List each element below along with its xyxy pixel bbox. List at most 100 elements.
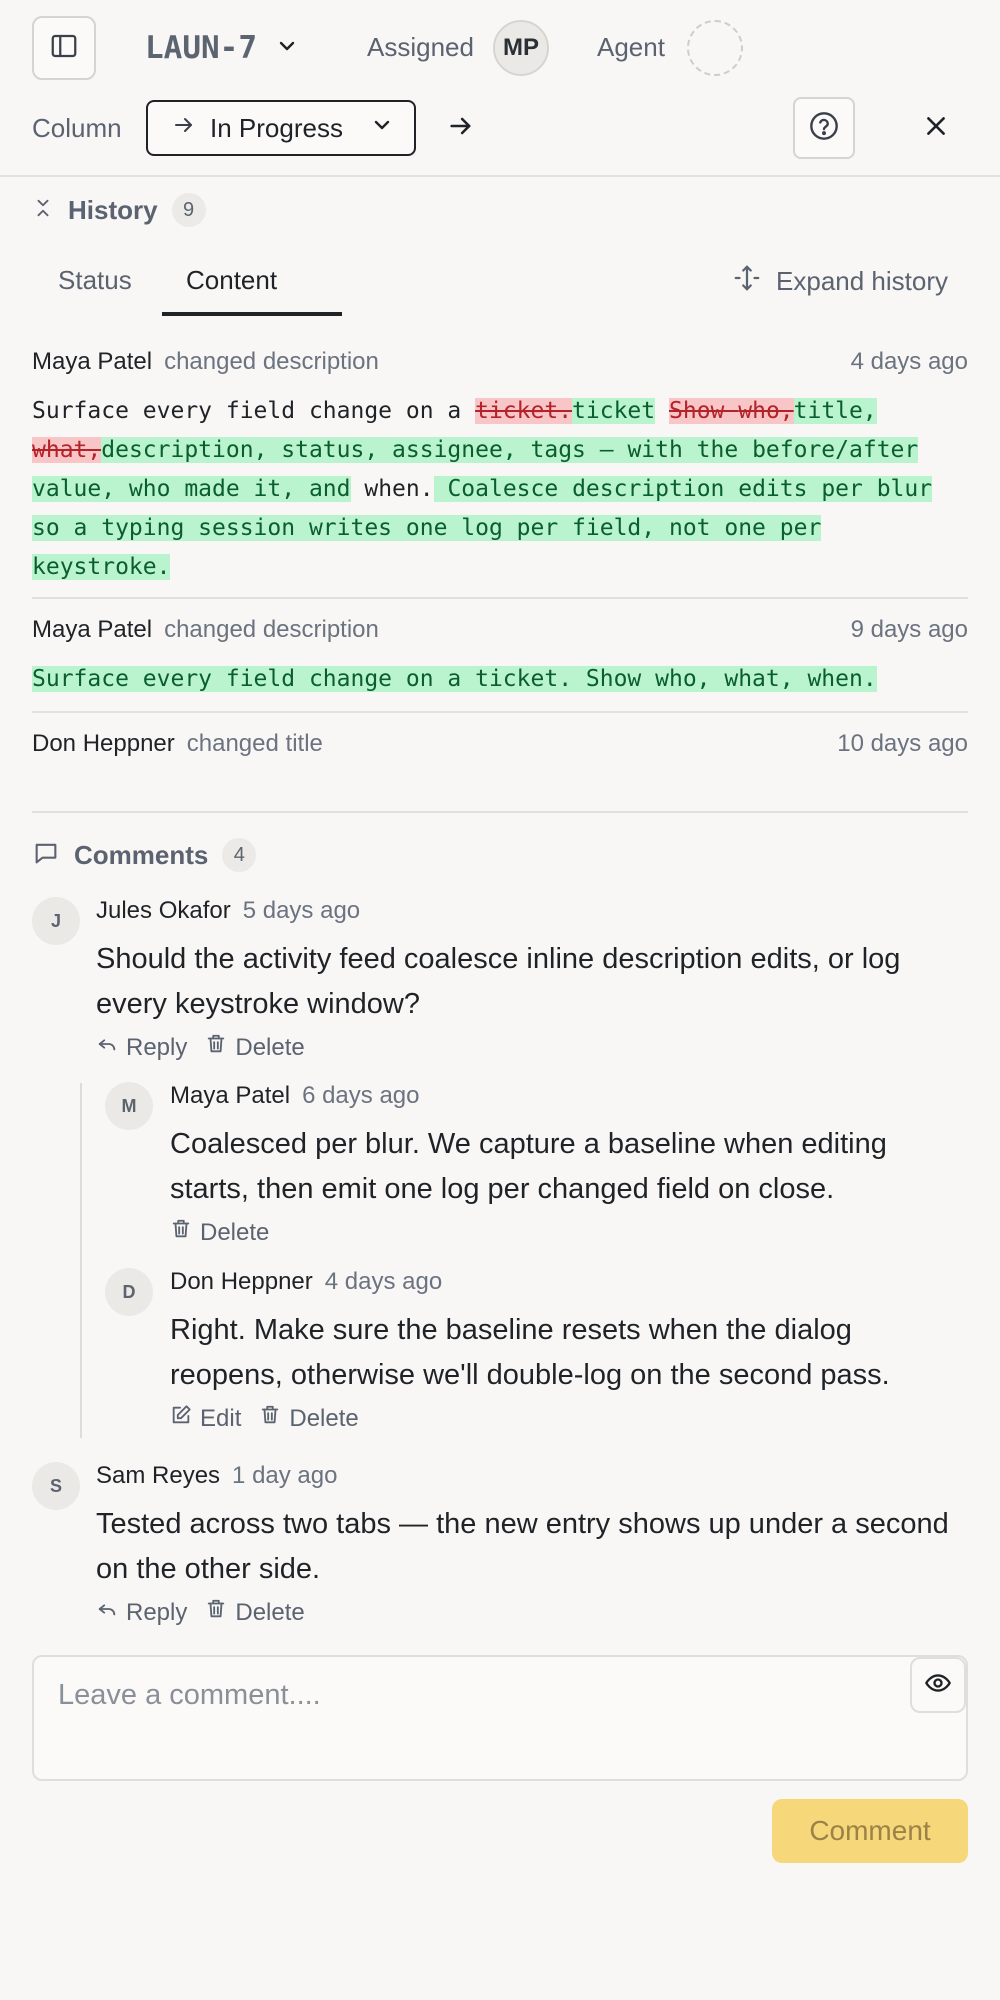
comments-title: Comments [74, 839, 209, 870]
reply-button[interactable]: Reply [96, 1033, 187, 1062]
reply-icon [96, 1598, 118, 1627]
comment-author: Jules Okafor [96, 897, 231, 924]
divider [32, 711, 968, 713]
sidebar-toggle-button[interactable] [32, 16, 96, 80]
assignee-avatar[interactable]: MP [493, 20, 549, 76]
agent-avatar-placeholder[interactable] [687, 20, 743, 76]
close-icon [923, 113, 949, 144]
history-tabs: Status Content Expand history [32, 255, 968, 317]
comment-input[interactable]: Leave a comment.... [32, 1655, 968, 1781]
edit-icon [170, 1404, 192, 1433]
diff-unchanged: when. [350, 476, 434, 502]
diff-insertion: Surface every field change on a ticket. … [32, 666, 877, 692]
comment-time: 1 day ago [232, 1462, 338, 1489]
history-action: changed description [164, 616, 379, 643]
eye-icon [924, 1669, 952, 1702]
arrow-right-icon [172, 113, 196, 144]
ticket-id: LAUN-7 [145, 30, 257, 66]
trash-icon [205, 1033, 227, 1062]
history-diff: Surface every field change on a ticket. … [32, 660, 968, 699]
history-count-badge: 9 [171, 193, 206, 227]
preview-toggle-button[interactable] [910, 1657, 966, 1713]
comment-text: Tested across two tabs — the new entry s… [96, 1508, 949, 1585]
delete-button[interactable]: Delete [259, 1404, 359, 1433]
diff-deletion: Show [669, 398, 739, 424]
close-button[interactable] [918, 110, 954, 146]
comment-text: Coalesced per blur. We capture a baselin… [170, 1128, 887, 1205]
delete-button[interactable]: Delete [205, 1598, 305, 1627]
trash-icon [170, 1218, 192, 1247]
comment-icon [32, 839, 60, 872]
history-diff: Activity history table panel [32, 774, 968, 780]
diff-unchanged: Surface every field change on a [32, 398, 476, 424]
divider [32, 811, 968, 813]
reply-icon [96, 1033, 118, 1062]
trash-icon [259, 1404, 281, 1433]
tab-content[interactable]: Content [186, 265, 277, 296]
column-select[interactable]: In Progress [146, 100, 416, 156]
avatar: D [105, 1268, 153, 1316]
comment-author: Maya Patel [170, 1082, 291, 1109]
history-time: 4 days ago [850, 348, 968, 375]
avatar: S [32, 1462, 80, 1510]
help-circle-icon [808, 110, 840, 147]
trash-icon [205, 1598, 227, 1627]
comment-submit-button[interactable]: Comment [772, 1799, 968, 1863]
diff-deletion: who, [738, 398, 794, 424]
chevron-down-icon [370, 113, 394, 144]
delete-button[interactable]: Delete [205, 1033, 305, 1062]
history-time: 9 days ago [850, 616, 968, 643]
thread-line [80, 1083, 82, 1438]
avatar: M [105, 1082, 153, 1130]
comment-time: 4 days ago [324, 1268, 443, 1295]
comment-author: Sam Reyes [96, 1462, 221, 1489]
delete-button[interactable]: Delete [170, 1218, 269, 1247]
comment-placeholder: Leave a comment.... [58, 1679, 321, 1711]
history-diff: Surface every field change on a ticket.t… [32, 392, 968, 587]
edit-button[interactable]: Edit [170, 1404, 241, 1433]
expand-vertical-icon [732, 263, 762, 300]
assigned-label: Assigned [367, 32, 474, 62]
reply-button[interactable]: Reply [96, 1598, 187, 1627]
history-author: Don Heppner [32, 730, 175, 757]
diff-deletion: ticket. [475, 398, 573, 424]
history-author: Maya Patel [32, 616, 153, 643]
expand-history-button[interactable]: Expand history [732, 263, 948, 300]
collapse-icon [32, 196, 54, 225]
comment-time: 6 days ago [302, 1082, 420, 1109]
history-entry: Don Heppner changed title 10 days ago Ac… [32, 730, 968, 780]
diff-deletion: what, [32, 437, 102, 463]
ticket-id-dropdown[interactable]: LAUN-7 [145, 22, 299, 74]
column-value: In Progress [210, 112, 343, 143]
arrow-right-icon [447, 112, 475, 145]
ticket-header: LAUN-7 Assigned MP Agent Column In Progr… [0, 0, 1000, 177]
diff-unchanged [655, 398, 669, 424]
comments-count-badge: 4 [222, 838, 257, 872]
chevron-down-icon [275, 30, 299, 66]
tab-status[interactable]: Status [58, 265, 132, 296]
history-action: changed title [186, 730, 323, 757]
active-tab-indicator [162, 312, 342, 316]
comment-text: Should the activity feed coalesce inline… [96, 943, 901, 1020]
history-author: Maya Patel [32, 348, 153, 375]
history-title: History [68, 194, 158, 225]
comment-time: 5 days ago [242, 897, 361, 924]
diff-insertion: ticket [572, 398, 656, 424]
history-time: 10 days ago [837, 730, 968, 757]
history-entry: Maya Patel changed description 9 days ag… [32, 616, 968, 699]
history-toggle[interactable]: History 9 [32, 193, 206, 227]
avatar: J [32, 897, 80, 945]
agent-label: Agent [597, 32, 665, 62]
comments-header: Comments 4 [32, 838, 257, 872]
comment-author: Don Heppner [170, 1268, 313, 1295]
history-action: changed description [164, 348, 379, 375]
move-next-column-button[interactable] [443, 110, 479, 146]
diff-insertion: title, [793, 398, 877, 424]
divider [32, 597, 968, 599]
comment-text: Right. Make sure the baseline resets whe… [170, 1314, 890, 1391]
sidebar-toggle-icon [49, 31, 79, 66]
help-button[interactable] [793, 97, 855, 159]
expand-history-label: Expand history [776, 266, 948, 296]
history-entry: Maya Patel changed description 4 days ag… [32, 348, 968, 587]
column-label: Column [32, 113, 122, 143]
